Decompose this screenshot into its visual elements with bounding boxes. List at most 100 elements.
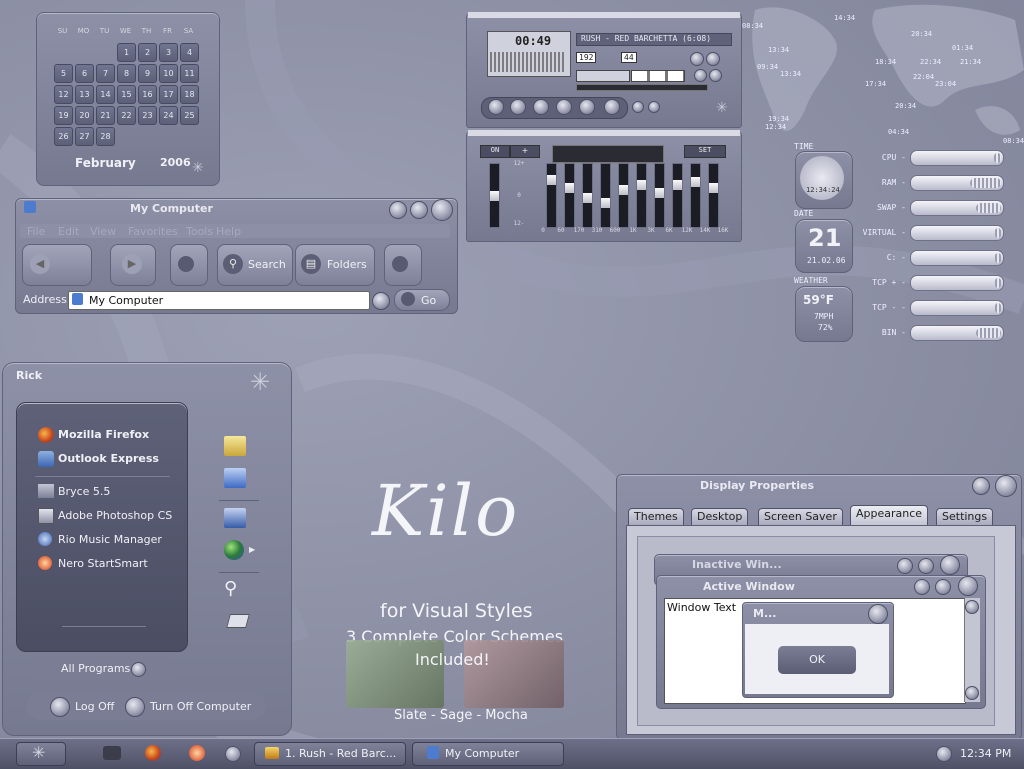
calendar-day[interactable]: 6 xyxy=(75,64,94,83)
eq-band-slider[interactable] xyxy=(582,163,593,228)
ok-button[interactable]: OK xyxy=(778,646,856,674)
calendar-day[interactable]: 25 xyxy=(180,106,199,125)
show-desktop-icon[interactable] xyxy=(225,746,241,762)
eq-band-slider[interactable] xyxy=(654,163,665,228)
eq-band-slider[interactable] xyxy=(618,163,629,228)
preamp-slider[interactable] xyxy=(489,163,500,228)
control-panel-icon[interactable] xyxy=(224,508,246,528)
eq-band-slider[interactable] xyxy=(672,163,683,228)
calendar-day[interactable]: 8 xyxy=(117,64,136,83)
slider-knob[interactable] xyxy=(673,180,682,190)
documents-icon[interactable] xyxy=(224,436,246,456)
help-button[interactable] xyxy=(972,477,990,495)
slider-knob[interactable] xyxy=(490,191,499,201)
calendar-day[interactable]: 22 xyxy=(117,106,136,125)
slider-knob[interactable] xyxy=(565,183,574,193)
logoff-icon[interactable] xyxy=(50,697,70,717)
slider-knob[interactable] xyxy=(583,193,592,203)
my-computer-icon[interactable] xyxy=(224,468,246,488)
turnoff-icon[interactable] xyxy=(125,697,145,717)
calendar-day[interactable]: 18 xyxy=(180,85,199,104)
menu-item[interactable]: View xyxy=(90,225,116,238)
calendar-day[interactable]: 24 xyxy=(159,106,178,125)
run-icon[interactable] xyxy=(226,614,250,628)
calendar-day[interactable]: 1 xyxy=(117,43,136,62)
calendar-day[interactable]: 9 xyxy=(138,64,157,83)
eq-band-slider[interactable] xyxy=(636,163,647,228)
address-dropdown-button[interactable] xyxy=(372,292,390,310)
play-button[interactable] xyxy=(510,99,526,115)
menu-item[interactable]: Tools xyxy=(186,225,213,238)
close-button[interactable] xyxy=(431,199,453,221)
eq-band-slider[interactable] xyxy=(600,163,611,228)
close-button[interactable] xyxy=(995,475,1017,497)
tab-settings[interactable]: Settings xyxy=(936,508,994,526)
recent-program[interactable]: Adobe Photoshop CS xyxy=(58,509,172,522)
calendar-day[interactable]: 23 xyxy=(138,106,157,125)
calendar-day[interactable]: 17 xyxy=(159,85,178,104)
quicklaunch-nero-icon[interactable] xyxy=(189,745,205,761)
calendar-day[interactable]: 10 xyxy=(159,64,178,83)
stereo-button[interactable] xyxy=(706,52,720,66)
tab-themes[interactable]: Themes xyxy=(628,508,684,526)
repeat-button[interactable] xyxy=(648,101,660,113)
recent-program[interactable]: Bryce 5.5 xyxy=(58,485,110,498)
calendar-day[interactable]: 4 xyxy=(180,43,199,62)
calendar-day[interactable]: 5 xyxy=(54,64,73,83)
calendar-day[interactable]: 28 xyxy=(96,127,115,146)
mono-button[interactable] xyxy=(690,52,704,66)
tray-volume-icon[interactable] xyxy=(936,746,952,762)
recent-program[interactable]: Rio Music Manager xyxy=(58,533,162,546)
eq-auto-button[interactable]: + xyxy=(510,145,540,158)
calendar-day[interactable]: 12 xyxy=(54,85,73,104)
taskbar-clock[interactable]: 12:34 PM xyxy=(960,747,1011,760)
calendar-day[interactable]: 15 xyxy=(117,85,136,104)
maximize-button[interactable] xyxy=(410,201,428,219)
stop-button[interactable] xyxy=(556,99,572,115)
eq-on-button[interactable]: ON xyxy=(480,145,510,158)
menu-item[interactable]: File xyxy=(27,225,45,238)
pinned-program[interactable]: Mozilla Firefox xyxy=(58,428,149,441)
slider-knob[interactable] xyxy=(601,198,610,208)
eq-band-slider[interactable] xyxy=(564,163,575,228)
next-button[interactable] xyxy=(579,99,595,115)
calendar-day[interactable]: 19 xyxy=(54,106,73,125)
slider-knob[interactable] xyxy=(655,188,664,198)
calendar-day[interactable]: 2 xyxy=(138,43,157,62)
volume-slider[interactable] xyxy=(576,70,630,82)
menu-item[interactable]: Edit xyxy=(58,225,79,238)
eq-presets-button[interactable]: SET xyxy=(684,145,726,158)
tab-desktop[interactable]: Desktop xyxy=(691,508,749,526)
recent-program[interactable]: Nero StartSmart xyxy=(58,557,148,570)
calendar-day[interactable]: 26 xyxy=(54,127,73,146)
prev-button[interactable] xyxy=(488,99,504,115)
eq-band-slider[interactable] xyxy=(708,163,719,228)
eq-band-slider[interactable] xyxy=(690,163,701,228)
pinned-program[interactable]: Outlook Express xyxy=(58,452,159,465)
calendar-day[interactable]: 16 xyxy=(138,85,157,104)
balance-slider[interactable] xyxy=(631,70,685,82)
network-icon[interactable] xyxy=(224,540,244,560)
calendar-day[interactable]: 27 xyxy=(75,127,94,146)
calendar-day[interactable]: 14 xyxy=(96,85,115,104)
seek-bar[interactable] xyxy=(576,84,708,91)
minimize-button[interactable] xyxy=(389,201,407,219)
logoff-label[interactable]: Log Off xyxy=(75,700,114,713)
shuffle-button[interactable] xyxy=(632,101,644,113)
slider-knob[interactable] xyxy=(691,177,700,187)
menu-item[interactable]: Help xyxy=(216,225,241,238)
calendar-day[interactable]: 21 xyxy=(96,106,115,125)
calendar-day[interactable]: 11 xyxy=(180,64,199,83)
calendar-day[interactable]: 7 xyxy=(96,64,115,83)
slider-knob[interactable] xyxy=(619,185,628,195)
playlist-toggle-button[interactable] xyxy=(709,69,722,82)
calendar-day[interactable]: 3 xyxy=(159,43,178,62)
tab-appearance[interactable]: Appearance xyxy=(850,505,929,526)
eq-band-slider[interactable] xyxy=(546,163,557,228)
slider-knob[interactable] xyxy=(709,183,718,193)
slider-knob[interactable] xyxy=(637,180,646,190)
pause-button[interactable] xyxy=(533,99,549,115)
turnoff-label[interactable]: Turn Off Computer xyxy=(150,700,251,713)
calendar-day[interactable]: 20 xyxy=(75,106,94,125)
calendar-day[interactable]: 13 xyxy=(75,85,94,104)
